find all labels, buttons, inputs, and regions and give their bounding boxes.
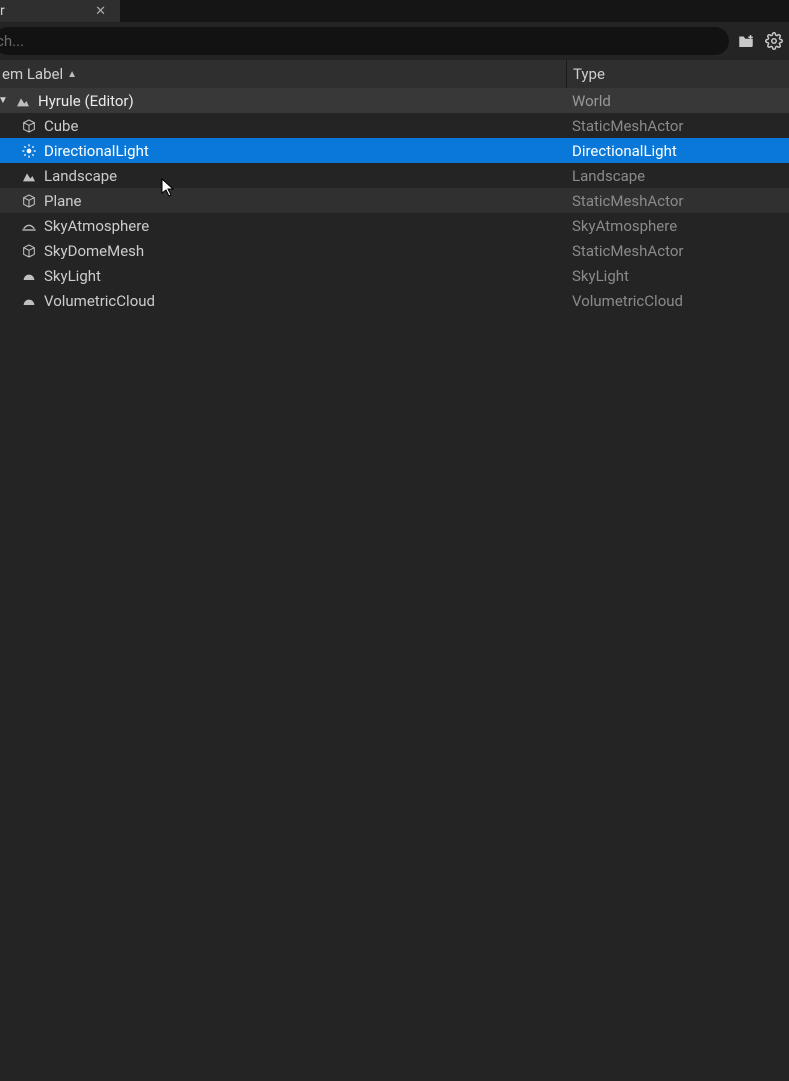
- sun-icon: [20, 142, 38, 160]
- close-icon[interactable]: ✕: [93, 5, 108, 18]
- mesh-icon: [20, 242, 38, 260]
- search-box[interactable]: [0, 27, 729, 55]
- actor-name: SkyDomeMesh: [44, 242, 144, 260]
- actor-name: Cube: [44, 117, 78, 135]
- world-icon: [14, 92, 32, 110]
- outliner-tab[interactable]: r ✕: [0, 0, 120, 22]
- actor-row[interactable]: Landscape Landscape: [0, 163, 789, 188]
- search-input[interactable]: [0, 32, 715, 50]
- column-header-label[interactable]: em Label ▲: [0, 65, 566, 83]
- expand-icon[interactable]: ▼: [0, 96, 8, 106]
- actor-type: DirectionalLight: [566, 142, 789, 160]
- outliner-tree: ▼ Hyrule (Editor) World Cube StaticMeshAc…: [0, 88, 789, 313]
- toolbar: [0, 22, 789, 60]
- actor-row[interactable]: DirectionalLight DirectionalLight: [0, 138, 789, 163]
- column-label-text: em Label: [2, 65, 63, 83]
- actor-type: SkyLight: [566, 267, 789, 285]
- mesh-icon: [20, 192, 38, 210]
- actor-row[interactable]: SkyDomeMesh StaticMeshActor: [0, 238, 789, 263]
- add-folder-button[interactable]: [735, 30, 757, 52]
- actor-type: VolumetricCloud: [566, 292, 789, 310]
- actor-name: SkyAtmosphere: [44, 217, 149, 235]
- column-header-type[interactable]: Type: [566, 60, 789, 88]
- actor-row[interactable]: Cube StaticMeshActor: [0, 113, 789, 138]
- actor-name: DirectionalLight: [44, 142, 149, 160]
- actor-type: Landscape: [566, 167, 789, 185]
- tab-bar: r ✕: [0, 0, 789, 22]
- sort-asc-icon: ▲: [67, 69, 77, 80]
- world-type: World: [566, 92, 789, 110]
- actor-name: Plane: [44, 192, 82, 210]
- atmosphere-icon: [20, 217, 38, 235]
- actor-row[interactable]: SkyLight SkyLight: [0, 263, 789, 288]
- actor-name: VolumetricCloud: [44, 292, 155, 310]
- actor-type: StaticMeshActor: [566, 242, 789, 260]
- actor-name: SkyLight: [44, 267, 101, 285]
- dome-icon: [20, 267, 38, 285]
- column-headers: em Label ▲ Type: [0, 60, 789, 88]
- settings-button[interactable]: [763, 30, 785, 52]
- actor-row[interactable]: SkyAtmosphere SkyAtmosphere: [0, 213, 789, 238]
- mesh-icon: [20, 117, 38, 135]
- dome-icon: [20, 292, 38, 310]
- actor-type: SkyAtmosphere: [566, 217, 789, 235]
- world-name: Hyrule (Editor): [38, 92, 134, 110]
- actor-name: Landscape: [44, 167, 117, 185]
- landscape-icon: [20, 167, 38, 185]
- world-root-row[interactable]: ▼ Hyrule (Editor) World: [0, 88, 789, 113]
- actor-type: StaticMeshActor: [566, 117, 789, 135]
- actor-row[interactable]: VolumetricCloud VolumetricCloud: [0, 288, 789, 313]
- actor-type: StaticMeshActor: [566, 192, 789, 210]
- column-type-text: Type: [573, 65, 605, 83]
- tab-title: r: [0, 3, 93, 19]
- actor-row[interactable]: Plane StaticMeshActor: [0, 188, 789, 213]
